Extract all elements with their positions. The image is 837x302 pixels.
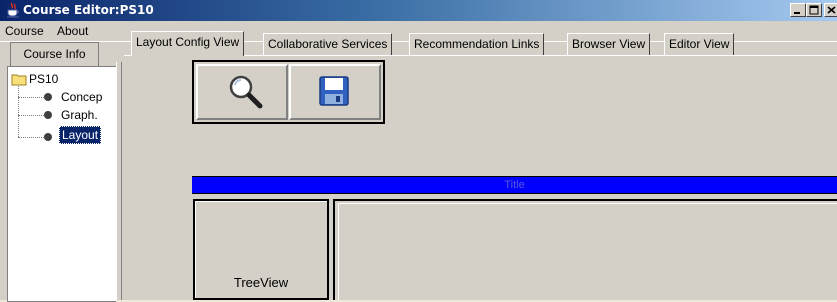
leaf-bullet-icon bbox=[44, 111, 52, 119]
panel-bevel bbox=[338, 203, 837, 300]
menu-about[interactable]: About bbox=[57, 24, 88, 38]
split-pane-divider[interactable] bbox=[116, 62, 122, 300]
search-button[interactable] bbox=[196, 64, 288, 120]
save-button[interactable] bbox=[289, 64, 381, 120]
layout-toolbar bbox=[192, 60, 385, 124]
window-titlebar[interactable]: Course Editor:PS10 bbox=[0, 0, 837, 21]
treeview-label: TreeView bbox=[233, 275, 289, 290]
content-layout-panel[interactable] bbox=[333, 199, 837, 300]
tab-browser-view[interactable]: Browser View bbox=[567, 33, 651, 55]
tab-course-info[interactable]: Course Info bbox=[10, 42, 99, 66]
folder-icon bbox=[11, 74, 27, 86]
tab-collaborative-services[interactable]: Collaborative Services bbox=[263, 33, 393, 55]
tree-item-concept[interactable]: Concep bbox=[61, 90, 102, 104]
tab-layout-config-view[interactable]: Layout Config View bbox=[131, 31, 245, 56]
tab-editor-view[interactable]: Editor View bbox=[664, 33, 735, 55]
tree-connector bbox=[18, 86, 19, 137]
maximize-icon bbox=[809, 5, 819, 15]
leaf-bullet-icon bbox=[44, 133, 52, 141]
floppy-disk-icon bbox=[319, 76, 349, 106]
menu-course[interactable]: Course bbox=[5, 24, 44, 38]
minimize-icon bbox=[794, 12, 800, 14]
window-title: Course Editor:PS10 bbox=[23, 3, 154, 17]
tree-root-ps10[interactable]: PS10 bbox=[29, 72, 58, 86]
tree-item-layout-selected[interactable]: Layout bbox=[59, 126, 102, 144]
close-button[interactable] bbox=[824, 3, 837, 17]
layout-title-band[interactable]: Title bbox=[192, 176, 837, 194]
tree-item-graph[interactable]: Graph. bbox=[61, 108, 98, 122]
maximize-button[interactable] bbox=[806, 3, 822, 17]
tree-connector bbox=[18, 115, 46, 116]
magnifier-icon bbox=[229, 75, 263, 109]
close-icon bbox=[827, 6, 836, 14]
minimize-button[interactable] bbox=[790, 3, 806, 17]
leaf-bullet-icon bbox=[44, 93, 52, 101]
treeview-layout-panel[interactable]: TreeView bbox=[193, 199, 329, 300]
course-tree[interactable]: PS10 Concep Graph. Layout bbox=[7, 66, 116, 302]
tab-recommendation-links[interactable]: Recommendation Links bbox=[409, 33, 545, 55]
tree-connector bbox=[18, 137, 46, 138]
java-cup-icon bbox=[7, 2, 19, 18]
tree-connector bbox=[18, 97, 46, 98]
